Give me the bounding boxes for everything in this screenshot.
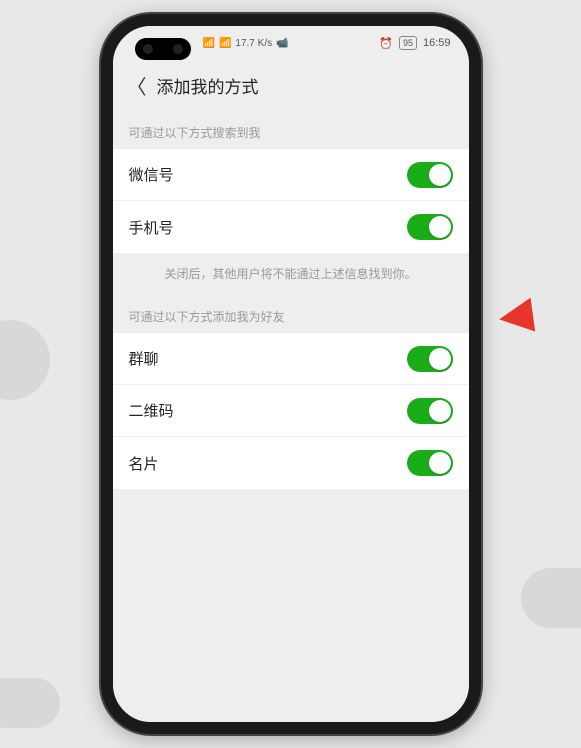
toggle-qr-code[interactable] xyxy=(407,398,453,424)
row-wechat-id[interactable]: 微信号 xyxy=(113,149,469,201)
screen: 📶 📶 17.7 K/s 📹 ⏰ 95 16:59 〈 添加我的方式 可通过以下… xyxy=(113,26,469,722)
section-header-add: 可通过以下方式添加我为好友 xyxy=(113,294,469,333)
bg-shape xyxy=(0,678,60,728)
signal-icon: 📶 xyxy=(203,38,215,49)
bg-shape xyxy=(0,320,50,400)
video-icon: 📹 xyxy=(276,38,288,49)
toggle-phone[interactable] xyxy=(407,214,453,240)
section-header-search: 可通过以下方式搜索到我 xyxy=(113,110,469,149)
hint-text: 关闭后，其他用户将不能通过上述信息找到你。 xyxy=(113,253,469,294)
row-label: 手机号 xyxy=(129,217,174,238)
page-title: 添加我的方式 xyxy=(157,73,259,98)
toggle-card[interactable] xyxy=(407,450,453,476)
row-qr-code[interactable]: 二维码 xyxy=(113,385,469,437)
net-speed: 17.7 K/s xyxy=(235,38,272,49)
row-card[interactable]: 名片 xyxy=(113,437,469,489)
row-phone[interactable]: 手机号 xyxy=(113,201,469,253)
row-label: 微信号 xyxy=(129,164,174,185)
volume-button xyxy=(469,186,473,266)
toggle-group-chat[interactable] xyxy=(407,346,453,372)
row-group-chat[interactable]: 群聊 xyxy=(113,333,469,385)
camera-pill xyxy=(135,38,191,60)
clock: 16:59 xyxy=(423,37,451,49)
chevron-left-icon: 〈 xyxy=(127,77,147,99)
alarm-icon: ⏰ xyxy=(379,37,393,50)
row-label: 二维码 xyxy=(129,400,174,421)
wifi-icon: 📶 xyxy=(219,38,231,49)
search-methods-list: 微信号 手机号 xyxy=(113,149,469,253)
page-header: 〈 添加我的方式 xyxy=(113,60,469,110)
status-left: 📶 📶 17.7 K/s 📹 xyxy=(203,38,289,49)
back-button[interactable]: 〈 xyxy=(127,71,147,100)
toggle-wechat-id[interactable] xyxy=(407,162,453,188)
power-button xyxy=(469,286,473,336)
status-right: ⏰ 95 16:59 xyxy=(379,36,450,50)
phone-frame: 📶 📶 17.7 K/s 📹 ⏰ 95 16:59 〈 添加我的方式 可通过以下… xyxy=(101,14,481,734)
arrow-pointer-icon xyxy=(497,298,535,336)
add-methods-list: 群聊 二维码 名片 xyxy=(113,333,469,489)
row-label: 名片 xyxy=(129,453,159,474)
row-label: 群聊 xyxy=(129,348,159,369)
bg-shape xyxy=(521,568,581,628)
battery-indicator: 95 xyxy=(399,36,417,50)
